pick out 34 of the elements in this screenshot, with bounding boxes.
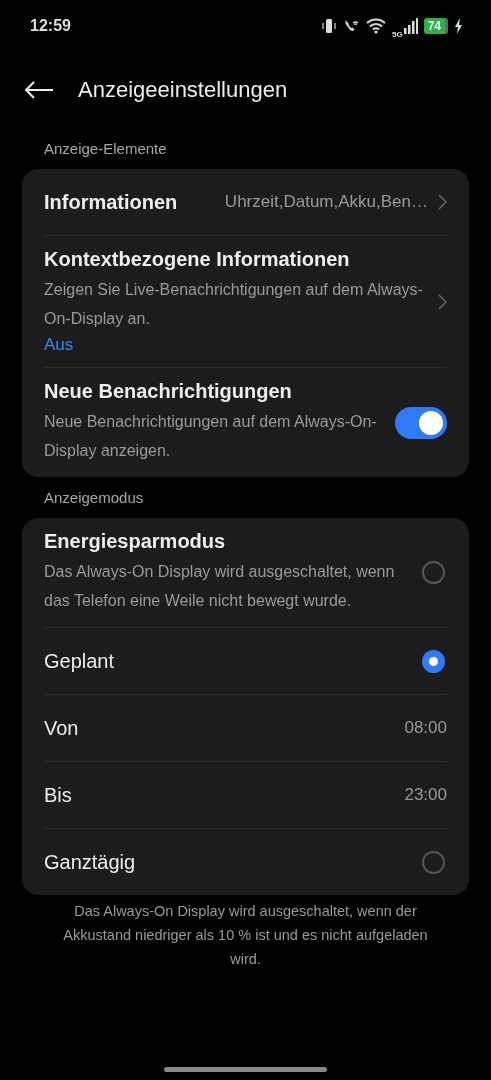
status-time: 12:59 <box>30 17 71 35</box>
radio-button[interactable] <box>422 850 445 874</box>
radio-button[interactable] <box>422 649 445 673</box>
setting-description: Das Always-On Display wird ausgeschaltet, wenn das Telefon eine Weile nicht bewegt wurde. <box>44 562 396 611</box>
battery-level: 74 <box>423 18 448 34</box>
setting-title[interactable]: Informationen <box>44 190 215 214</box>
footer-note: Das Always-On Display wird ausgeschaltet, wenn der Akkustand niedriger als 10 % ist und es nicht aufgeladen wird. <box>62 902 429 969</box>
time-value[interactable]: 08:00 <box>404 718 447 738</box>
wifi-icon <box>365 18 386 34</box>
time-value[interactable]: 23:00 <box>404 785 447 805</box>
chevron-icon[interactable] <box>438 293 447 310</box>
setting-title[interactable]: Kontextbezogene Informationen <box>44 248 428 271</box>
signal-icon <box>403 18 418 34</box>
setting-status: Aus <box>44 335 75 355</box>
setting-value: Uhrzeit,Datum,Akku,Ben… <box>224 192 428 212</box>
chevron-icon[interactable] <box>438 194 447 210</box>
network-label: 5G <box>391 29 403 39</box>
page-title: Anzeigeeinstellungen <box>78 77 288 103</box>
setting-description: Zeigen Sie Live-Benachrichtigungen auf dem Always-On-Display an. <box>44 280 424 329</box>
section-label: Anzeige-Elemente <box>43 139 168 159</box>
setting-title[interactable]: Neue Benachrichtigungen <box>44 380 385 403</box>
toggle-switch[interactable] <box>395 406 447 439</box>
section-label: Anzeigemodus <box>43 488 145 508</box>
back-arrow-icon[interactable] <box>24 80 54 100</box>
charging-icon <box>454 18 463 34</box>
setting-title[interactable]: Geplant <box>44 649 412 673</box>
setting-description: Neue Benachrichtigungen auf dem Always-On-Display anzeigen. <box>44 412 378 461</box>
setting-title[interactable]: Ganztägig <box>44 850 412 874</box>
setting-title[interactable]: Bis <box>44 783 395 807</box>
setting-title[interactable]: Energiesparmodus <box>44 530 412 553</box>
vibrate-icon <box>320 18 337 34</box>
setting-title[interactable]: Von <box>44 716 395 740</box>
radio-button[interactable] <box>422 561 445 584</box>
call-wifi-icon <box>342 18 360 34</box>
